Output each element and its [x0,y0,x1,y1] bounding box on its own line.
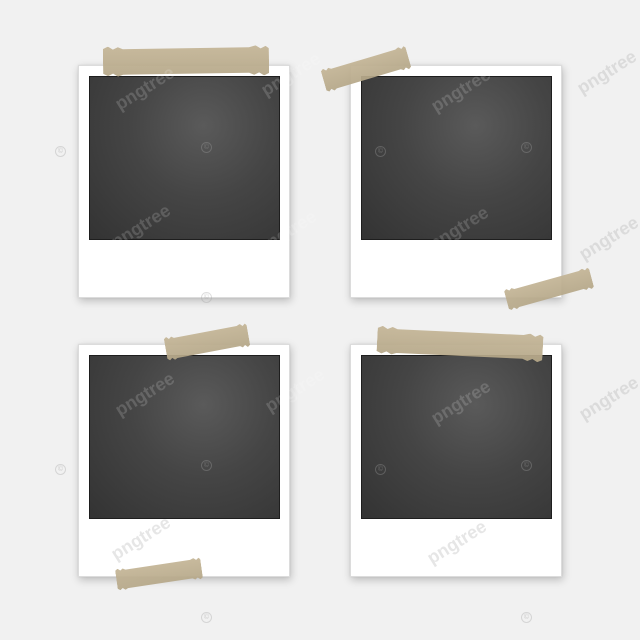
watermark-text: pngtree [573,46,640,99]
photo-placeholder-top-right [361,76,552,240]
copyright-mark: © [521,142,532,153]
photo-placeholder-bottom-left [89,355,280,519]
polaroid-collage: pngtree pngtree pngtree pngtree pngtree … [0,0,640,640]
polaroid-frame-top-right [350,65,562,298]
copyright-mark: © [201,460,212,471]
tape-strip-top-left [103,45,269,76]
watermark-text: pngtree [575,212,640,265]
copyright-mark: © [201,292,212,303]
copyright-mark: © [55,146,66,157]
copyright-mark: © [521,612,532,623]
copyright-mark: © [201,142,212,153]
polaroid-frame-bottom-left [78,344,290,577]
copyright-mark: © [55,464,66,475]
photo-placeholder-top-left [89,76,280,240]
copyright-mark: © [375,146,386,157]
polaroid-frame-top-left [78,65,290,298]
copyright-mark: © [201,612,212,623]
copyright-mark: © [521,460,532,471]
watermark-text: pngtree [575,372,640,425]
photo-placeholder-bottom-right [361,355,552,519]
copyright-mark: © [375,464,386,475]
